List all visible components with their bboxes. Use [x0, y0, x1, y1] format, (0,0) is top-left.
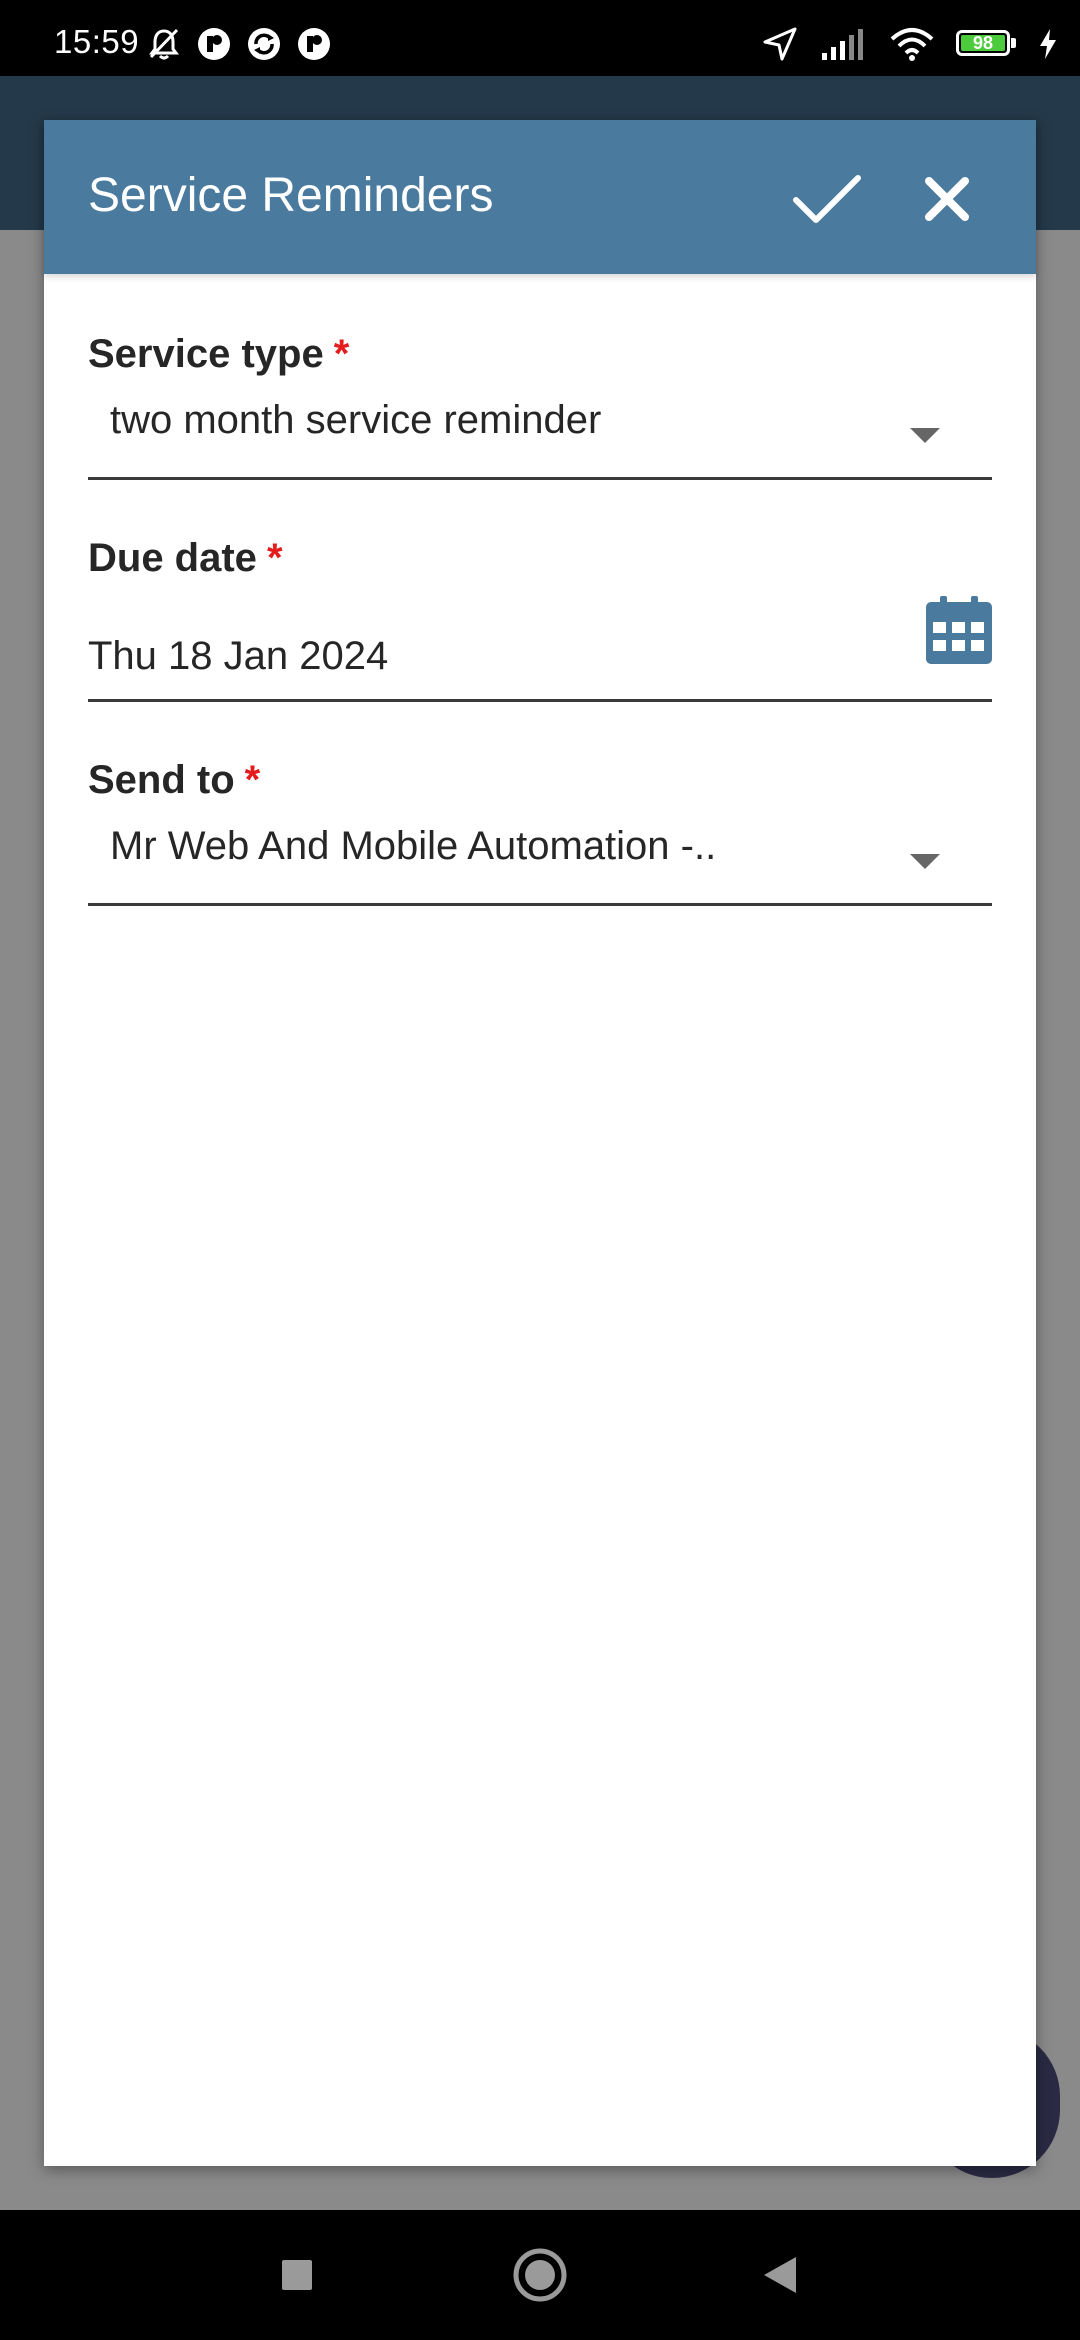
- required-marker: *: [266, 536, 283, 580]
- back-triangle-icon: [764, 2257, 796, 2293]
- system-icons: 98: [762, 26, 1058, 62]
- status-time: 15:59: [54, 23, 140, 60]
- required-marker: *: [333, 332, 350, 376]
- due-date-value: Thu 18 Jan 2024: [88, 634, 389, 678]
- confirm-button[interactable]: [782, 154, 872, 244]
- notification-icons: [146, 26, 332, 62]
- app-notification-icon: [298, 28, 330, 60]
- required-marker: *: [244, 758, 261, 802]
- charging-bolt-icon: [1040, 29, 1056, 59]
- battery-icon: 98: [956, 30, 1016, 58]
- service-type-dropdown[interactable]: two month service reminder: [88, 382, 992, 480]
- dropdown-arrow-icon: [910, 428, 940, 443]
- close-button[interactable]: [902, 154, 992, 244]
- location-arrow-icon: [763, 27, 797, 61]
- back-button[interactable]: [745, 2240, 815, 2310]
- calendar-icon[interactable]: [926, 596, 992, 664]
- send-to-label: Send to *: [88, 758, 261, 802]
- service-type-value: two month service reminder: [110, 398, 602, 442]
- navigation-bar: [0, 2210, 1080, 2340]
- send-to-dropdown[interactable]: Mr Web And Mobile Automation -..: [88, 808, 992, 906]
- dropdown-arrow-icon: [910, 854, 940, 869]
- due-date-field[interactable]: Thu 18 Jan 2024: [88, 584, 992, 702]
- sync-app-icon: [248, 28, 280, 60]
- service-type-label: Service type *: [88, 332, 350, 376]
- dialog-title: Service Reminders: [88, 169, 494, 222]
- app-notification-icon: [198, 28, 230, 60]
- service-reminders-dialog: Service Reminders Service type * two mont…: [44, 120, 1036, 2166]
- status-bar: 15:59 98: [0, 0, 1080, 76]
- check-icon: [793, 175, 861, 223]
- battery-level: 98: [972, 33, 994, 53]
- bell-off-icon: [149, 28, 179, 60]
- close-icon: [925, 177, 969, 221]
- home-circle-icon: [513, 2248, 567, 2302]
- wifi-icon: [890, 28, 934, 61]
- recents-button[interactable]: [262, 2240, 332, 2310]
- cellular-signal-icon: [822, 29, 863, 60]
- home-button[interactable]: [505, 2240, 575, 2310]
- dialog-header: Service Reminders: [44, 120, 1036, 274]
- send-to-value: Mr Web And Mobile Automation -..: [110, 824, 717, 868]
- recents-square-icon: [282, 2260, 312, 2290]
- due-date-label: Due date *: [88, 536, 283, 580]
